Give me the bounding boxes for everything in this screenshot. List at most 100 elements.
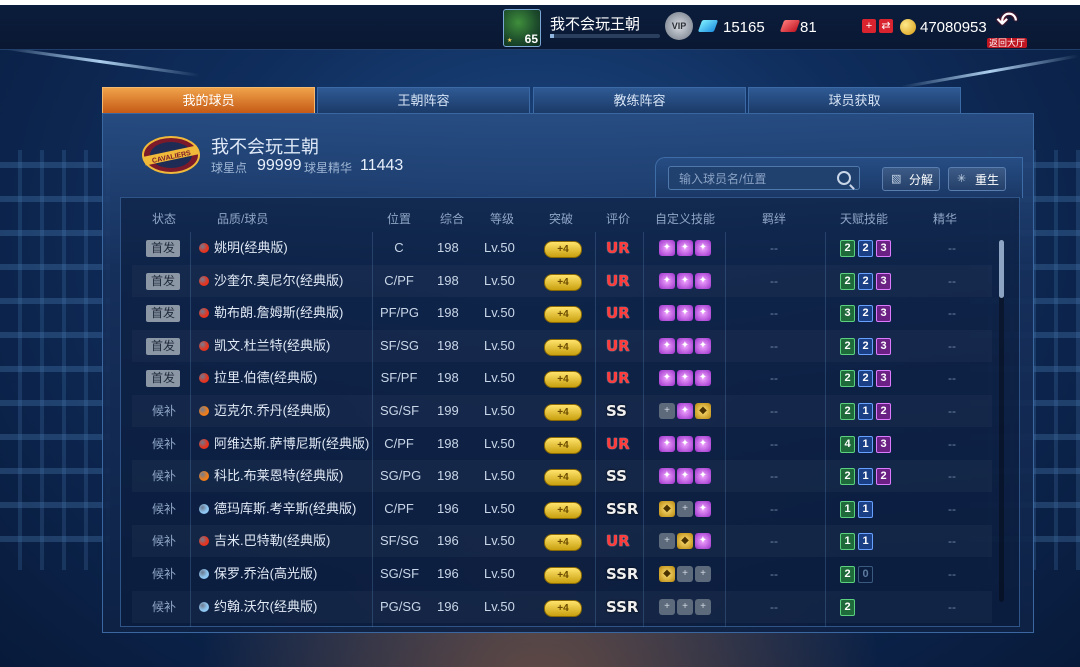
player-name-cell[interactable]: 沙奎尔.奥尼尔(经典版) [214, 265, 343, 297]
custom-skill-icon[interactable]: ✦ [695, 436, 711, 452]
search-input[interactable] [677, 169, 841, 189]
talent-skill-badge[interactable]: 3 [876, 436, 891, 453]
table-row[interactable]: 候补 吉米.巴特勒(经典版) SF/SG 196 Lv.50 +4 UR + ◆ ✦ -- 1 1 -- [132, 525, 992, 557]
player-name-cell[interactable]: 德玛库斯.考辛斯(经典版) [214, 493, 356, 525]
player-name-cell[interactable]: 阿维达斯.萨博尼斯(经典版) [214, 428, 369, 460]
talent-skill-badge[interactable]: 1 [858, 436, 873, 453]
search-box[interactable] [668, 166, 860, 190]
table-row[interactable]: 首发 姚明(经典版) C 198 Lv.50 +4 UR ✦ ✦ ✦ -- 2 2 3 -- [132, 232, 992, 264]
table-row[interactable]: 候补 科比.布莱恩特(经典版) SG/PG 198 Lv.50 +4 SS ✦ ✦ ✦ -- 2 1 2-… [132, 460, 992, 492]
custom-skill-icon[interactable]: + [677, 566, 693, 582]
custom-skill-icon[interactable]: ✦ [695, 533, 711, 549]
custom-skill-icon[interactable]: ✦ [695, 468, 711, 484]
talent-skill-badge[interactable]: 3 [840, 305, 855, 322]
tab-player-acquire[interactable]: 球员获取 [748, 87, 961, 113]
custom-skill-icon[interactable]: + [677, 501, 693, 517]
custom-skill-icon[interactable]: ◆ [677, 533, 693, 549]
custom-skill-icon[interactable]: ✦ [677, 338, 693, 354]
custom-skill-icon[interactable]: ✦ [659, 273, 675, 289]
custom-skill-icon[interactable]: + [659, 403, 675, 419]
talent-skill-badge[interactable]: 1 [858, 501, 873, 518]
custom-skill-icon[interactable]: ✦ [677, 403, 693, 419]
search-icon[interactable] [837, 171, 851, 185]
custom-skill-icon[interactable]: + [695, 566, 711, 582]
player-name-cell[interactable]: 吉米.巴特勒(经典版) [214, 525, 330, 557]
talent-skill-badge[interactable]: 2 [858, 338, 873, 355]
exchange-icon[interactable]: ⇄ [879, 19, 893, 33]
talent-skill-badge[interactable]: 2 [840, 240, 855, 257]
vip-badge-icon[interactable]: VIP [665, 12, 693, 40]
player-name-cell[interactable]: 拉里.伯德(经典版) [214, 362, 317, 394]
player-avatar[interactable]: ★ 65 [503, 9, 541, 47]
talent-skill-badge[interactable]: 1 [840, 533, 855, 550]
custom-skill-icon[interactable]: ✦ [659, 468, 675, 484]
table-row[interactable]: 候补 保罗.乔治(高光版) SG/SF 196 Lv.50 +4 SSR ◆ + + -- 2 0 -- [132, 558, 992, 590]
custom-skill-icon[interactable]: ✦ [677, 273, 693, 289]
talent-skill-badge[interactable]: 2 [858, 273, 873, 290]
player-name-cell[interactable]: 保罗.乔治(高光版) [214, 558, 317, 590]
back-to-lobby-button[interactable]: ↶ 返回大厅 [984, 8, 1030, 48]
custom-skill-icon[interactable]: ✦ [695, 338, 711, 354]
table-row[interactable]: 候补 迈克尔.乔丹(经典版) SG/SF 199 Lv.50 +4 SS + ✦ ◆ -- 2 1 2 -- [132, 395, 992, 427]
custom-skill-icon[interactable]: ✦ [695, 370, 711, 386]
talent-skill-badge[interactable]: 3 [876, 338, 891, 355]
talent-skill-badge[interactable]: 2 [840, 273, 855, 290]
talent-skill-badge[interactable]: 2 [840, 566, 855, 583]
talent-skill-badge[interactable]: 1 [840, 501, 855, 518]
custom-skill-icon[interactable]: ✦ [659, 305, 675, 321]
tab-coach-lineup[interactable]: 教练阵容 [533, 87, 746, 113]
custom-skill-icon[interactable]: ✦ [677, 468, 693, 484]
talent-skill-badge[interactable]: 3 [876, 273, 891, 290]
custom-skill-icon[interactable]: ✦ [695, 305, 711, 321]
custom-skill-icon[interactable]: ✦ [695, 501, 711, 517]
talent-skill-badge[interactable]: 2 [840, 599, 855, 616]
custom-skill-icon[interactable]: + [695, 599, 711, 615]
talent-skill-badge[interactable]: 3 [876, 370, 891, 387]
talent-skill-badge[interactable]: 2 [858, 305, 873, 322]
custom-skill-icon[interactable]: ✦ [677, 370, 693, 386]
talent-skill-badge[interactable]: 1 [858, 403, 873, 420]
talent-skill-badge[interactable]: 2 [840, 403, 855, 420]
talent-skill-badge[interactable]: 1 [858, 468, 873, 485]
table-row[interactable]: 候补 德玛库斯.考辛斯(经典版) C/PF 196 Lv.50 +4 SSR ◆ + ✦ -- 1 1 -… [132, 493, 992, 525]
player-name-cell[interactable]: 凯文.杜兰特(经典版) [214, 330, 330, 362]
talent-skill-badge[interactable]: 3 [876, 240, 891, 257]
custom-skill-icon[interactable]: ◆ [659, 566, 675, 582]
custom-skill-icon[interactable]: ✦ [659, 240, 675, 256]
talent-skill-badge[interactable]: 2 [876, 468, 891, 485]
custom-skill-icon[interactable]: ✦ [659, 436, 675, 452]
talent-skill-badge[interactable]: 2 [840, 468, 855, 485]
custom-skill-icon[interactable]: ✦ [677, 436, 693, 452]
tab-dynasty-lineup[interactable]: 王朝阵容 [317, 87, 530, 113]
custom-skill-icon[interactable]: ✦ [659, 338, 675, 354]
table-row[interactable]: 首发 勒布朗.詹姆斯(经典版) PF/PG 198 Lv.50 +4 UR ✦ ✦ ✦ -- 3 2 3-… [132, 297, 992, 329]
custom-skill-icon[interactable]: ◆ [659, 501, 675, 517]
player-name-cell[interactable]: 科比.布莱恩特(经典版) [214, 460, 343, 492]
player-name-cell[interactable]: 勒布朗.詹姆斯(经典版) [214, 297, 343, 329]
talent-skill-badge[interactable]: 4 [840, 436, 855, 453]
table-row[interactable]: 首发 拉里.伯德(经典版) SF/PF 198 Lv.50 +4 UR ✦ ✦ ✦ -- 2 2 3 -- [132, 362, 992, 394]
talent-skill-badge[interactable]: 3 [876, 305, 891, 322]
custom-skill-icon[interactable]: ✦ [659, 370, 675, 386]
table-row[interactable]: 候补 阿维达斯.萨博尼斯(经典版) C/PF 198 Lv.50 +4 UR ✦ ✦ ✦ -- 4 1 3… [132, 428, 992, 460]
custom-skill-icon[interactable]: ✦ [677, 240, 693, 256]
decompose-button[interactable]: ▧ 分解 [882, 167, 940, 191]
player-name-cell[interactable]: 约翰.沃尔(经典版) [214, 591, 317, 623]
tab-my-players[interactable]: 我的球员 [102, 87, 315, 113]
talent-skill-badge[interactable]: 2 [876, 403, 891, 420]
custom-skill-icon[interactable]: ✦ [695, 273, 711, 289]
talent-skill-badge[interactable]: 2 [858, 240, 873, 257]
player-name-cell[interactable]: 迈克尔.乔丹(经典版) [214, 395, 330, 427]
custom-skill-icon[interactable]: + [677, 599, 693, 615]
table-scrollbar[interactable] [999, 240, 1004, 602]
scrollbar-thumb[interactable] [999, 240, 1004, 298]
custom-skill-icon[interactable]: ✦ [677, 305, 693, 321]
table-row[interactable]: 首发 沙奎尔.奥尼尔(经典版) C/PF 198 Lv.50 +4 UR ✦ ✦ ✦ -- 2 2 3 -- [132, 265, 992, 297]
add-icon[interactable]: + [862, 19, 876, 33]
custom-skill-icon[interactable]: + [659, 533, 675, 549]
talent-skill-badge[interactable]: 2 [840, 338, 855, 355]
talent-skill-badge[interactable]: 0 [858, 566, 873, 583]
custom-skill-icon[interactable]: ✦ [695, 240, 711, 256]
table-row[interactable]: 候补 约翰.沃尔(经典版) PG/SG 196 Lv.50 +4 SSR + + + -- 2 -- [132, 591, 992, 623]
player-name-cell[interactable]: 姚明(经典版) [214, 232, 288, 264]
